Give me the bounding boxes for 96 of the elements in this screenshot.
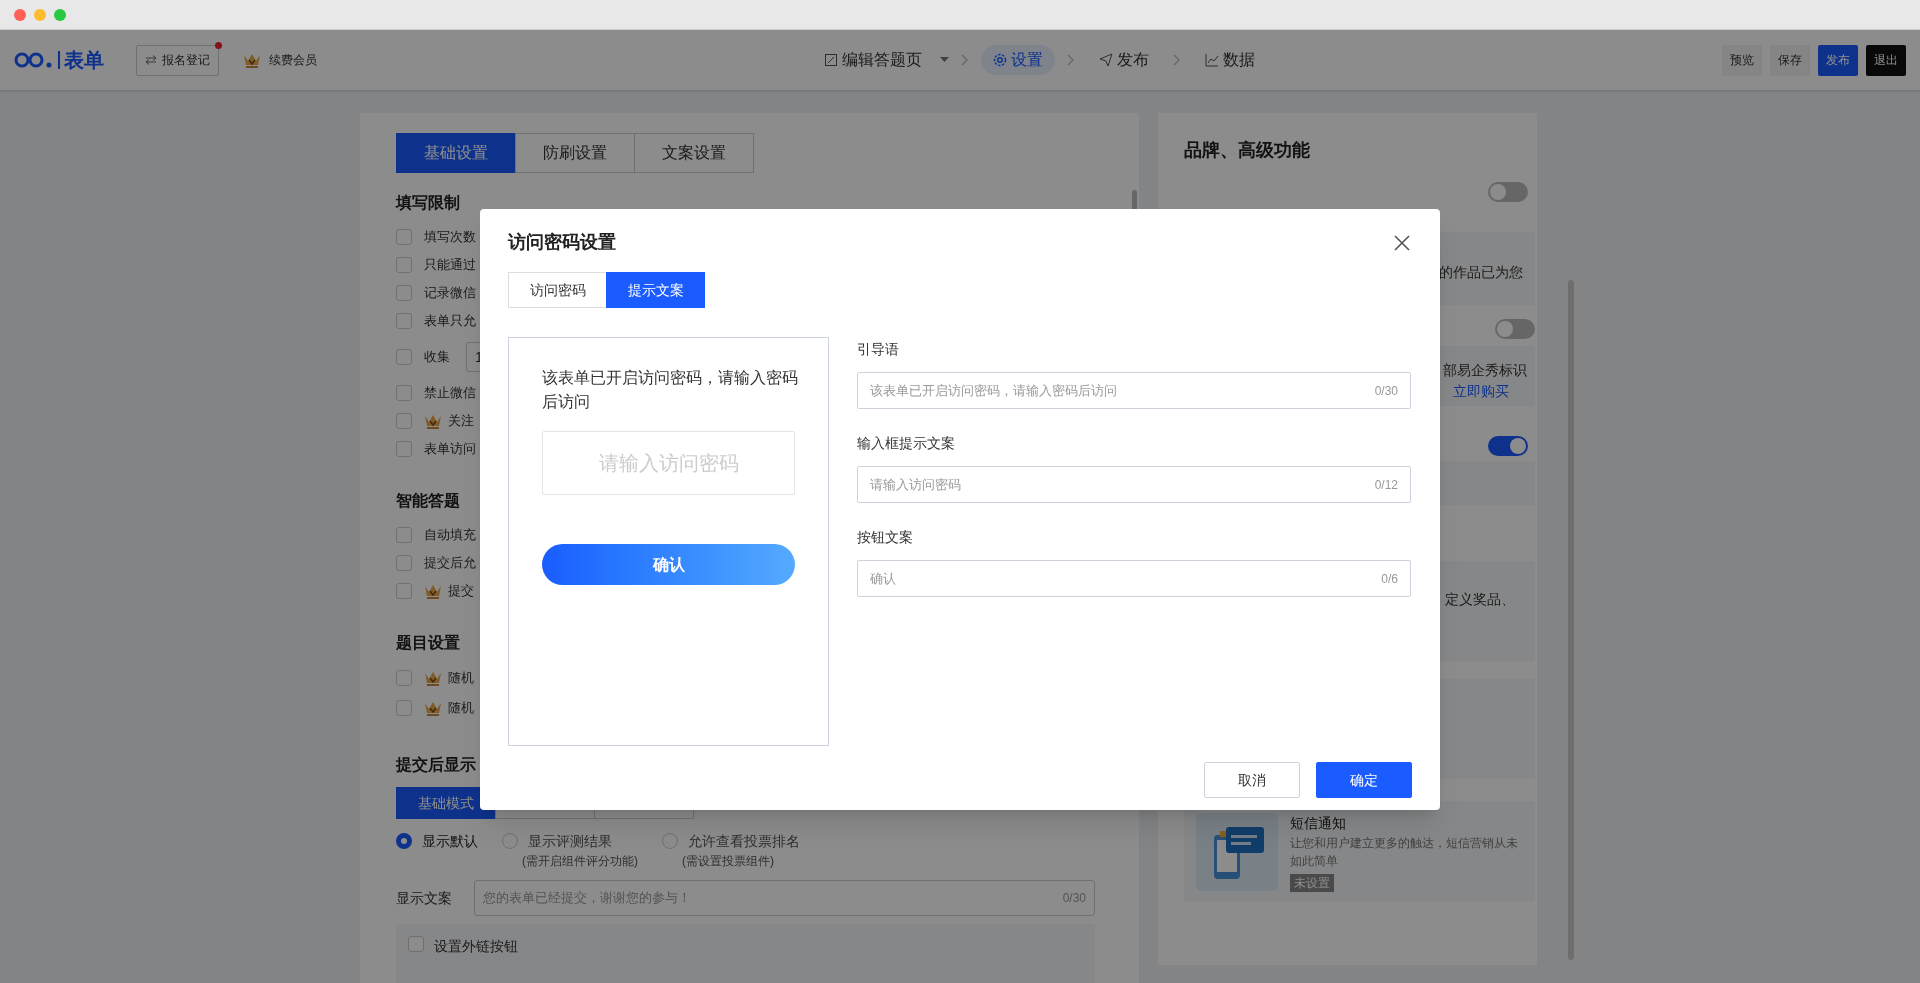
option-label: 只能通过 xyxy=(424,256,476,275)
section-heading: 智能答题 xyxy=(396,491,460,511)
radio-button[interactable] xyxy=(396,833,412,849)
toggle-switch[interactable] xyxy=(1488,182,1528,202)
toolbar-button[interactable]: 预览 xyxy=(1722,44,1762,76)
checkbox[interactable] xyxy=(396,583,412,599)
buy-link[interactable]: 立即购买 xyxy=(1453,381,1509,402)
field-placeholder: 该表单已开启访问密码，请输入密码后访问 xyxy=(870,381,1117,400)
toolbar-button[interactable]: 退出 xyxy=(1866,44,1906,76)
card-text: 定义奖品、 xyxy=(1445,590,1515,609)
field-label: 显示文案 xyxy=(396,888,452,908)
radio-label: 显示默认 xyxy=(422,832,478,851)
char-count: 0/30 xyxy=(1062,890,1086,907)
dialog-tab[interactable]: 访问密码 xyxy=(508,272,607,308)
close-button[interactable] xyxy=(1392,232,1412,253)
swap-icon xyxy=(145,55,157,65)
card-text: 部易企秀标识 xyxy=(1443,361,1527,380)
radio-label: 允许查看投票排名 xyxy=(688,832,800,851)
checkbox[interactable] xyxy=(396,527,412,543)
radio-label: 显示评测结果 xyxy=(528,832,613,851)
paper-plane-icon xyxy=(1099,53,1113,67)
text-field[interactable]: 请输入访问密码 0/12 xyxy=(857,466,1411,503)
settings-tab[interactable]: 文案设置 xyxy=(634,133,754,173)
option-label: 表单访问 xyxy=(424,440,476,459)
step-tab[interactable]: 发布 xyxy=(1087,45,1161,75)
logo-text: 表单 xyxy=(64,48,104,73)
option-label: 随机 xyxy=(448,669,474,688)
field-label: 引导语 xyxy=(857,340,900,359)
settings-tab[interactable]: 防刷设置 xyxy=(515,133,635,173)
confirm-button[interactable]: 确认 xyxy=(542,544,795,585)
crown-icon xyxy=(243,52,261,68)
card-description: 让您和用户建立更多的触达，短信营销从未如此简单 xyxy=(1290,835,1519,870)
checkbox[interactable] xyxy=(396,313,412,329)
option-label: 设置外链按钮 xyxy=(434,937,518,956)
checkbox[interactable] xyxy=(396,555,412,571)
checkbox[interactable] xyxy=(396,385,412,401)
chevron-right-icon xyxy=(1173,54,1181,66)
settings-tab[interactable]: 基础设置 xyxy=(396,133,516,173)
register-button[interactable]: 报名登记 xyxy=(136,44,219,76)
checkbox[interactable] xyxy=(396,257,412,273)
checkbox[interactable] xyxy=(396,441,412,457)
field-placeholder: 确认 xyxy=(870,569,896,588)
option-label: 禁止微信 xyxy=(424,384,476,403)
char-count: 0/12 xyxy=(1374,476,1398,494)
scrollbar[interactable] xyxy=(1568,280,1574,960)
chevron-right-icon xyxy=(1067,54,1075,66)
close-icon xyxy=(1394,234,1410,251)
gear-icon xyxy=(993,53,1007,67)
checkbox[interactable] xyxy=(408,936,424,952)
section-heading: 填写限制 xyxy=(396,193,460,213)
radio-note: (需开启组件评分功能) xyxy=(522,853,638,870)
member-link[interactable]: 续费会员 xyxy=(269,51,317,69)
toolbar-button[interactable]: 保存 xyxy=(1770,44,1810,76)
checkbox[interactable] xyxy=(396,229,412,245)
option-label: 收集 xyxy=(424,348,450,367)
dialog-button[interactable]: 取消 xyxy=(1204,762,1300,798)
logo-icon xyxy=(14,51,54,69)
option-label: 自动填充 xyxy=(424,526,476,545)
checkbox[interactable] xyxy=(396,670,412,686)
section-heading: 提交后显示 xyxy=(396,755,476,775)
card-text: 的作品已为您 xyxy=(1439,263,1523,282)
line-chart-icon xyxy=(1205,53,1219,67)
option-label: 记录微信 xyxy=(424,284,476,303)
option-label: 提交后允 xyxy=(424,554,476,573)
step-tab[interactable]: 数据 xyxy=(1193,45,1267,75)
radio-note: (需设置投票组件) xyxy=(682,853,775,870)
field-label: 输入框提示文案 xyxy=(857,434,956,453)
card-title: 短信通知 xyxy=(1290,814,1346,833)
checkbox[interactable] xyxy=(396,285,412,301)
field-placeholder: 请输入访问密码 xyxy=(870,475,961,494)
dialog-title: 访问密码设置 xyxy=(508,231,616,254)
char-count: 0/30 xyxy=(1374,382,1398,400)
toggle-switch[interactable] xyxy=(1495,319,1535,339)
toolbar-button[interactable]: 发布 xyxy=(1818,44,1858,76)
chevron-right-icon xyxy=(961,54,969,66)
step-tab[interactable]: 设置 xyxy=(981,45,1055,75)
option-label: 关注 xyxy=(448,412,474,431)
section-heading: 题目设置 xyxy=(396,633,460,653)
dialog-button[interactable]: 确定 xyxy=(1316,762,1412,798)
option-label: 随机 xyxy=(448,699,474,718)
checkbox[interactable] xyxy=(396,349,412,365)
preview-message: 该表单已开启访问密码，请输入密码后访问 xyxy=(542,368,799,412)
step-tab[interactable]: 编辑答题页 xyxy=(812,45,934,75)
checkbox[interactable] xyxy=(396,413,412,429)
option-label: 填写次数 xyxy=(424,228,476,247)
edit-icon xyxy=(824,53,838,67)
toggle-switch[interactable] xyxy=(1488,436,1528,456)
text-field[interactable]: 确认 0/6 xyxy=(857,560,1411,597)
option-label: 表单只允 xyxy=(424,312,476,331)
option-label: 提交 xyxy=(448,582,474,601)
panel-title: 品牌、高级功能 xyxy=(1183,139,1311,162)
dialog-tab[interactable]: 提示文案 xyxy=(606,272,705,308)
char-count: 0/6 xyxy=(1381,570,1398,588)
text-field[interactable]: 该表单已开启访问密码，请输入密码后访问 0/30 xyxy=(857,372,1411,409)
field-label: 按钮文案 xyxy=(857,528,914,547)
checkbox[interactable] xyxy=(396,700,412,716)
